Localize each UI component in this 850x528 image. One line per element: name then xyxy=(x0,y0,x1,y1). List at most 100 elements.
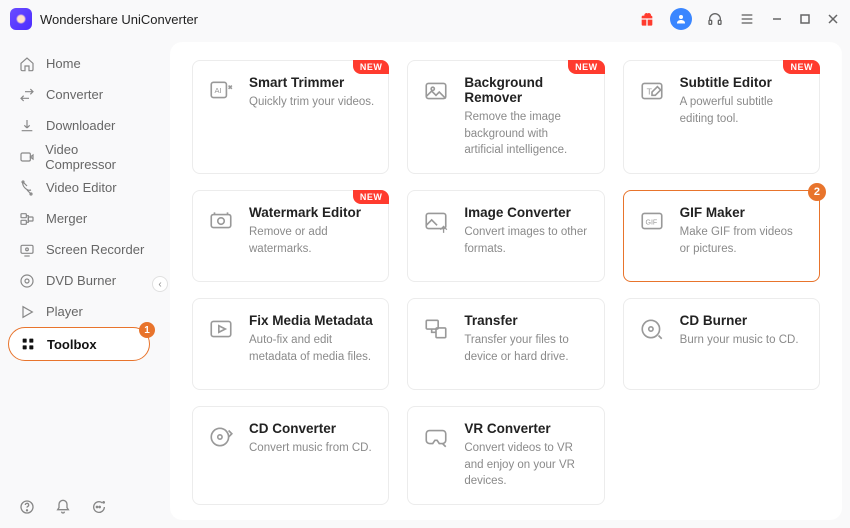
bell-icon[interactable] xyxy=(54,498,72,516)
card-desc: Remove or add watermarks. xyxy=(249,224,374,257)
tool-card-watermark-editor[interactable]: NEWWatermark Editor Remove or add waterma… xyxy=(192,190,389,282)
video-editor-icon xyxy=(18,179,36,197)
sidebar-item-video-compressor[interactable]: Video Compressor xyxy=(0,141,160,172)
help-icon[interactable] xyxy=(18,498,36,516)
sidebar-item-label: DVD Burner xyxy=(46,273,116,288)
tool-card-smart-trimmer[interactable]: NEW AI Smart TrimmerQuickly trim your vide… xyxy=(192,60,389,174)
sidebar-item-dvd-burner[interactable]: DVD Burner xyxy=(0,265,160,296)
headset-icon[interactable] xyxy=(706,10,724,28)
titlebar: Wondershare UniConverter xyxy=(0,0,850,38)
sidebar-item-label: Screen Recorder xyxy=(46,242,144,257)
new-tag: NEW xyxy=(568,60,605,74)
card-title: CD Converter xyxy=(249,421,374,436)
tool-card-fix-media-metadata[interactable]: Fix Media MetadataAuto-fix and edit meta… xyxy=(192,298,389,390)
maximize-button[interactable] xyxy=(798,12,812,26)
card-title: Transfer xyxy=(464,313,589,328)
dvd-burner-icon xyxy=(18,272,36,290)
sidebar-item-home[interactable]: Home xyxy=(0,48,160,79)
merger-icon xyxy=(18,210,36,228)
sidebar-item-toolbox[interactable]: Toolbox1 xyxy=(8,327,150,361)
gif-maker-icon: GIF xyxy=(638,207,666,235)
card-desc: Make GIF from videos or pictures. xyxy=(680,224,805,257)
svg-text:GIF: GIF xyxy=(645,219,657,226)
card-desc: Burn your music to CD. xyxy=(680,332,805,349)
card-body: CD Burner Burn your music to CD. xyxy=(680,313,805,349)
tool-card-gif-maker[interactable]: 2GIFGIF MakerMake GIF from videos or pic… xyxy=(623,190,820,282)
sidebar-item-label: Video Editor xyxy=(46,180,117,195)
downloader-icon xyxy=(18,117,36,135)
card-body: Fix Media MetadataAuto-fix and edit meta… xyxy=(249,313,374,365)
card-body: GIF Maker Make GIF from videos or picture… xyxy=(680,205,805,257)
sidebar-item-label: Player xyxy=(46,304,83,319)
menu-icon[interactable] xyxy=(738,10,756,28)
titlebar-right xyxy=(638,8,840,30)
tool-card-cd-burner[interactable]: CD Burner Burn your music to CD. xyxy=(623,298,820,390)
card-body: Transfer Transfer your files to device or… xyxy=(464,313,589,365)
sidebar-item-converter[interactable]: Converter xyxy=(0,79,160,110)
tool-card-vr-converter[interactable]: VR Converter Convert videos to VR and enj… xyxy=(407,406,604,505)
tool-card-cd-converter[interactable]: CD Converter Convert music from CD. xyxy=(192,406,389,505)
card-desc: Remove the image background with artific… xyxy=(464,109,589,159)
tool-card-subtitle-editor[interactable]: NEW T Subtitle Editor A powerful subtitle e… xyxy=(623,60,820,174)
sidebar-item-label: Downloader xyxy=(46,118,115,133)
toolbox-icon xyxy=(19,335,37,353)
app-title: Wondershare UniConverter xyxy=(40,12,198,27)
card-body: VR Converter Convert videos to VR and enj… xyxy=(464,421,589,490)
tool-card-image-converter[interactable]: Image ConverterConvert images to other f… xyxy=(407,190,604,282)
card-body: Smart TrimmerQuickly trim your videos. xyxy=(249,75,374,111)
sidebar-item-label: Toolbox xyxy=(47,337,97,352)
card-title: VR Converter xyxy=(464,421,589,436)
card-desc: Convert music from CD. xyxy=(249,440,374,457)
card-title: GIF Maker xyxy=(680,205,805,220)
tool-card-background-remover[interactable]: NEWBackground Remover Remove the image ba… xyxy=(407,60,604,174)
cd-converter-icon xyxy=(207,423,235,451)
svg-text:AI: AI xyxy=(215,86,222,95)
card-desc: Convert videos to VR and enjoy on your V… xyxy=(464,440,589,490)
sidebar: Home Converter Downloader Video Compressor V… xyxy=(0,38,160,528)
card-title: Smart Trimmer xyxy=(249,75,374,90)
sidebar-item-player[interactable]: Player xyxy=(0,296,160,327)
card-title: Watermark Editor xyxy=(249,205,374,220)
app-logo xyxy=(10,8,32,30)
card-desc: Transfer your files to device or hard dr… xyxy=(464,332,589,365)
sidebar-collapse-handle[interactable]: ‹ xyxy=(152,276,168,292)
user-avatar[interactable] xyxy=(670,8,692,30)
card-badge: 2 xyxy=(808,183,826,201)
gift-icon[interactable] xyxy=(638,10,656,28)
sidebar-item-label: Video Compressor xyxy=(45,142,148,172)
smart-trimmer-icon: AI xyxy=(207,77,235,105)
home-icon xyxy=(18,55,36,73)
sidebar-item-downloader[interactable]: Downloader xyxy=(0,110,160,141)
card-body: CD Converter Convert music from CD. xyxy=(249,421,374,457)
content-area: NEW AI Smart TrimmerQuickly trim your vide… xyxy=(170,42,842,520)
chat-icon[interactable] xyxy=(90,498,108,516)
image-converter-icon xyxy=(422,207,450,235)
sidebar-badge: 1 xyxy=(139,322,155,338)
sidebar-item-label: Merger xyxy=(46,211,87,226)
cd-burner-icon xyxy=(638,315,666,343)
sidebar-item-merger[interactable]: Merger xyxy=(0,203,160,234)
sidebar-item-label: Home xyxy=(46,56,81,71)
card-title: Background Remover xyxy=(464,75,589,105)
tool-card-transfer[interactable]: Transfer Transfer your files to device or… xyxy=(407,298,604,390)
card-desc: A powerful subtitle editing tool. xyxy=(680,94,805,127)
close-button[interactable] xyxy=(826,12,840,26)
card-title: CD Burner xyxy=(680,313,805,328)
sidebar-item-screen-recorder[interactable]: Screen Recorder xyxy=(0,234,160,265)
video-compressor-icon xyxy=(18,148,35,166)
sidebar-item-video-editor[interactable]: Video Editor xyxy=(0,172,160,203)
sidebar-footer xyxy=(0,486,160,528)
subtitle-editor-icon: T xyxy=(638,77,666,105)
new-tag: NEW xyxy=(783,60,820,74)
card-title: Subtitle Editor xyxy=(680,75,805,90)
card-desc: Convert images to other formats. xyxy=(464,224,589,257)
new-tag: NEW xyxy=(353,190,390,204)
new-tag: NEW xyxy=(353,60,390,74)
minimize-button[interactable] xyxy=(770,12,784,26)
card-body: Watermark Editor Remove or add watermarks… xyxy=(249,205,374,257)
fix-media-metadata-icon xyxy=(207,315,235,343)
titlebar-left: Wondershare UniConverter xyxy=(10,8,198,30)
screen-recorder-icon xyxy=(18,241,36,259)
player-icon xyxy=(18,303,36,321)
card-body: Background Remover Remove the image backg… xyxy=(464,75,589,159)
